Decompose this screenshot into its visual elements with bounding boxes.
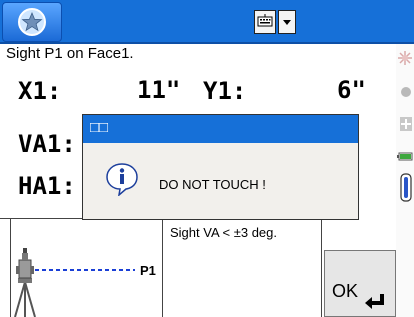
- battery-icon[interactable]: [397, 148, 413, 164]
- input-dropdown-button[interactable]: [278, 10, 296, 34]
- x1-label: X1:: [18, 77, 62, 105]
- x1-value: 11": [137, 76, 181, 104]
- right-toolbar: [396, 44, 414, 317]
- dialog-message: DO NOT TOUCH !: [159, 177, 266, 192]
- warning-dialog: □□ DO NOT TOUCH !: [82, 114, 359, 220]
- enter-icon: [364, 293, 386, 316]
- instruction-text: Sight P1 on Face1.: [6, 45, 134, 62]
- cell-battery-icon[interactable]: [397, 172, 413, 204]
- target-p1-label: P1: [140, 263, 156, 278]
- taskbar: [0, 0, 414, 44]
- va1-label: VA1:: [18, 130, 76, 158]
- chevron-down-icon: [282, 13, 292, 31]
- keyboard-icon: [257, 13, 273, 32]
- disc-icon[interactable]: [397, 84, 413, 100]
- sun-icon[interactable]: [397, 50, 413, 66]
- start-icon: [17, 7, 47, 37]
- y1-value: 6": [337, 76, 366, 104]
- keyboard-button[interactable]: [254, 10, 276, 34]
- info-icon: [105, 162, 139, 197]
- dialog-title: □□: [90, 119, 109, 136]
- plus-icon[interactable]: [397, 116, 413, 132]
- dialog-title-bar: □□: [83, 115, 358, 143]
- ok-button-label: OK: [332, 281, 359, 301]
- start-button[interactable]: [2, 2, 62, 42]
- ha1-label: HA1:: [18, 172, 76, 200]
- sight-va-message: Sight VA < ±3 deg.: [170, 225, 277, 240]
- y1-label: Y1:: [203, 77, 247, 105]
- sighting-diagram: P1: [10, 219, 163, 317]
